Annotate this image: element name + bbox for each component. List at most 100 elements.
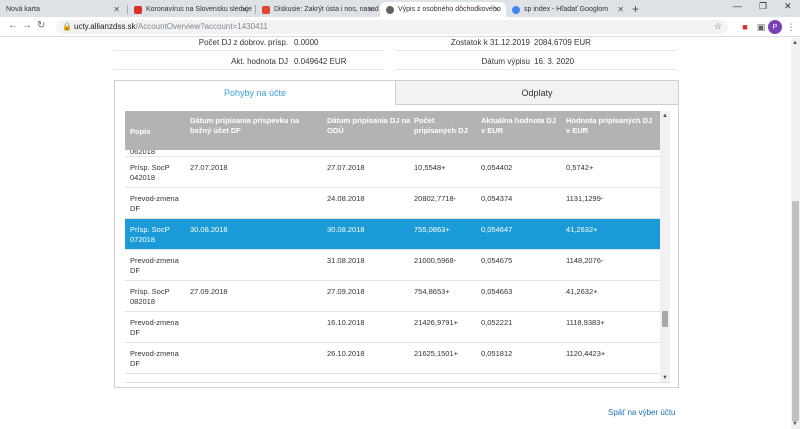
cell-date-account: 27.07.2018 bbox=[190, 163, 228, 172]
column-header-date-odu: Dátum pripísania DJ na ODÚ bbox=[327, 116, 411, 135]
table-row[interactable]: Prevod-zmena DF 16.10.2018 21426,9791+ 0… bbox=[125, 312, 660, 343]
minimize-icon[interactable]: — bbox=[733, 1, 742, 11]
close-tab-icon[interactable]: ✕ bbox=[617, 5, 624, 14]
summary-value: 2084.6709 EUR bbox=[534, 38, 591, 47]
table-row-partial[interactable] bbox=[125, 374, 660, 382]
browser-tab-title: Výpis z osobného dôchodkového bbox=[398, 6, 501, 13]
summary-value: 0.049642 EUR bbox=[294, 57, 347, 66]
account-movements-panel: Pohyby na účte Odplaty Popis Dátum pripí… bbox=[114, 80, 679, 388]
scroll-up-icon[interactable]: ▲ bbox=[792, 40, 798, 46]
cell-unit-value: 0,054647 bbox=[481, 225, 513, 234]
movements-table: Popis Dátum pripísania príspevku na bežn… bbox=[125, 111, 670, 383]
cell-units: 21426,9791+ bbox=[414, 318, 459, 327]
cell-popis: Prevod-zmena DF bbox=[130, 349, 179, 368]
tab-movements[interactable]: Pohyby na účte bbox=[115, 81, 396, 105]
summary-value: 0.0000 bbox=[294, 38, 319, 47]
cell-unit-value: 0,054663 bbox=[481, 287, 513, 296]
back-arrow-icon[interactable]: ← bbox=[8, 20, 18, 31]
close-tab-icon[interactable]: ✕ bbox=[113, 5, 120, 14]
close-window-icon[interactable]: ✕ bbox=[784, 1, 792, 12]
back-to-account-selection-link[interactable]: Späť na výber účtu bbox=[608, 408, 675, 417]
summary-label: Počet DJ z dobrov. prísp. bbox=[198, 38, 288, 47]
close-tab-icon[interactable]: ✕ bbox=[493, 5, 500, 14]
address-bar[interactable]: 🔒 ucty.allianzdss.sk/AccountOverview?acc… bbox=[56, 20, 728, 34]
cell-unit-value: 0,054402 bbox=[481, 163, 513, 172]
cell-unit-value: 0,052221 bbox=[481, 318, 513, 327]
bookmark-star-icon[interactable]: ☆ bbox=[714, 21, 722, 32]
table-row-selected[interactable]: Prísp. SocP 072018 30.08.2018 30.08.2018… bbox=[125, 219, 660, 250]
table-scrollbar[interactable]: ▲ ▼ bbox=[660, 111, 670, 382]
summary-label: Zostatok k 31.12.2019 bbox=[450, 38, 530, 47]
cell-date-odu: 31.08.2018 bbox=[327, 256, 365, 265]
browser-tab-2[interactable]: Diskusie: Zakrýt ústa i nos, nasad ✕ bbox=[256, 2, 380, 17]
page-scrollbar[interactable]: ▲ ▼ bbox=[791, 38, 800, 429]
page-scroll-thumb[interactable] bbox=[792, 201, 799, 421]
table-row[interactable]: Prísp. SocP 042018 27.07.2018 27.07.2018… bbox=[125, 157, 660, 188]
menu-kebab-icon[interactable]: ⋮ bbox=[784, 20, 798, 34]
cell-total-value: 41,2632+ bbox=[566, 225, 598, 234]
summary-value: 16. 3. 2020 bbox=[534, 57, 575, 66]
news-favicon-icon bbox=[134, 5, 142, 14]
browser-tab-title: Diskusie: Zakrýt ústa i nos, nasad bbox=[274, 6, 379, 13]
cell-units: 755,0863+ bbox=[414, 225, 450, 234]
summary-label: Dátum výpisu bbox=[481, 57, 530, 66]
scroll-down-icon[interactable]: ▼ bbox=[662, 375, 668, 381]
cell-popis: 062018 bbox=[130, 150, 156, 156]
column-header-total-value: Hodnota pripísaných DJ v EUR bbox=[566, 116, 653, 135]
cell-date-account: 27.09.2018 bbox=[190, 287, 228, 296]
cell-popis: Prevod-zmena DF bbox=[130, 256, 179, 275]
table-row[interactable]: Prísp. SocP 082018 27.09.2018 27.09.2018… bbox=[125, 281, 660, 312]
table-row[interactable]: Prevod-zmena DF 26.10.2018 21625,1501+ 0… bbox=[125, 343, 660, 374]
address-url[interactable]: ucty.allianzdss.sk/AccountOverview?accou… bbox=[74, 22, 268, 31]
cell-total-value: 1120,4423+ bbox=[566, 349, 606, 358]
cell-date-odu: 24.08.2018 bbox=[327, 194, 365, 203]
profile-avatar[interactable]: P bbox=[768, 20, 782, 34]
browser-tab-title: Koronavírus na Slovensku sleduje bbox=[146, 6, 252, 13]
cell-unit-value: 0,054675 bbox=[481, 256, 513, 265]
column-header-units: Počet pripísaných DJ bbox=[414, 116, 468, 135]
cell-unit-value: 0,051812 bbox=[481, 349, 513, 358]
table-row[interactable]: Prevod-zmena DF 31.08.2018 21000,5968- 0… bbox=[125, 250, 660, 281]
cell-units: 21625,1501+ bbox=[414, 349, 459, 358]
browser-tab-0[interactable]: Nová karta ✕ bbox=[0, 2, 126, 17]
extensions-puzzle-icon[interactable]: ▣ bbox=[754, 20, 768, 34]
cell-date-odu: 16.10.2018 bbox=[327, 318, 365, 327]
browser-tab-title: Nová karta bbox=[6, 6, 40, 13]
forward-arrow-icon[interactable]: → bbox=[22, 20, 32, 31]
summary-label: Akt. hodnota DJ bbox=[231, 57, 288, 66]
browser-tab-1[interactable]: Koronavírus na Slovensku sleduje ✕ bbox=[128, 2, 254, 17]
cell-units: 20802,7718- bbox=[414, 194, 457, 203]
cell-popis: Prísp. SocP 042018 bbox=[130, 163, 170, 182]
table-row[interactable]: Prevod-zmena DF 24.08.2018 20802,7718- 0… bbox=[125, 188, 660, 219]
close-tab-icon[interactable]: ✕ bbox=[367, 5, 374, 14]
browser-tab-title: sp index - Hľadať Googlom bbox=[524, 6, 609, 13]
cell-unit-value: 0,054374 bbox=[481, 194, 513, 203]
table-scroll-thumb[interactable] bbox=[662, 311, 668, 327]
lock-icon[interactable]: 🔒 bbox=[62, 22, 72, 31]
extension-icon[interactable]: ■ bbox=[738, 20, 752, 34]
cell-date-odu: 27.07.2018 bbox=[327, 163, 365, 172]
column-header-unit-value: Aktuálna hodnota DJ v EUR bbox=[481, 116, 557, 135]
scroll-down-icon[interactable]: ▼ bbox=[792, 421, 798, 427]
browser-tab-3-active[interactable]: Výpis z osobného dôchodkového ✕ bbox=[380, 2, 506, 17]
cell-total-value: 41,2632+ bbox=[566, 287, 598, 296]
browser-tab-4[interactable]: sp index - Hľadať Googlom ✕ bbox=[506, 2, 630, 17]
cell-total-value: 0,5742+ bbox=[566, 163, 594, 172]
table-row-partial[interactable]: 062018 bbox=[125, 150, 660, 157]
cell-units: 754,8653+ bbox=[414, 287, 450, 296]
globe-icon bbox=[386, 5, 394, 14]
table-header: Popis Dátum pripísania príspevku na bežn… bbox=[125, 111, 660, 150]
cell-date-odu: 30.08.2018 bbox=[327, 225, 365, 234]
column-header-popis: Popis bbox=[130, 127, 151, 136]
tab-payouts[interactable]: Odplaty bbox=[396, 81, 678, 105]
column-header-date-account: Dátum pripísania príspevku na bežný účet… bbox=[190, 116, 300, 135]
close-tab-icon[interactable]: ✕ bbox=[241, 5, 248, 14]
cell-units: 10,5548+ bbox=[414, 163, 446, 172]
new-tab-button[interactable]: + bbox=[632, 2, 639, 16]
cell-total-value: 1131,1299- bbox=[566, 194, 604, 203]
scroll-up-icon[interactable]: ▲ bbox=[662, 113, 668, 119]
cell-total-value: 1148,2076- bbox=[566, 256, 604, 265]
restore-icon[interactable]: ❐ bbox=[759, 1, 767, 12]
browser-tab-bar: Nová karta ✕ Koronavírus na Slovensku sl… bbox=[0, 0, 800, 17]
reload-icon[interactable]: ↻ bbox=[37, 20, 45, 31]
